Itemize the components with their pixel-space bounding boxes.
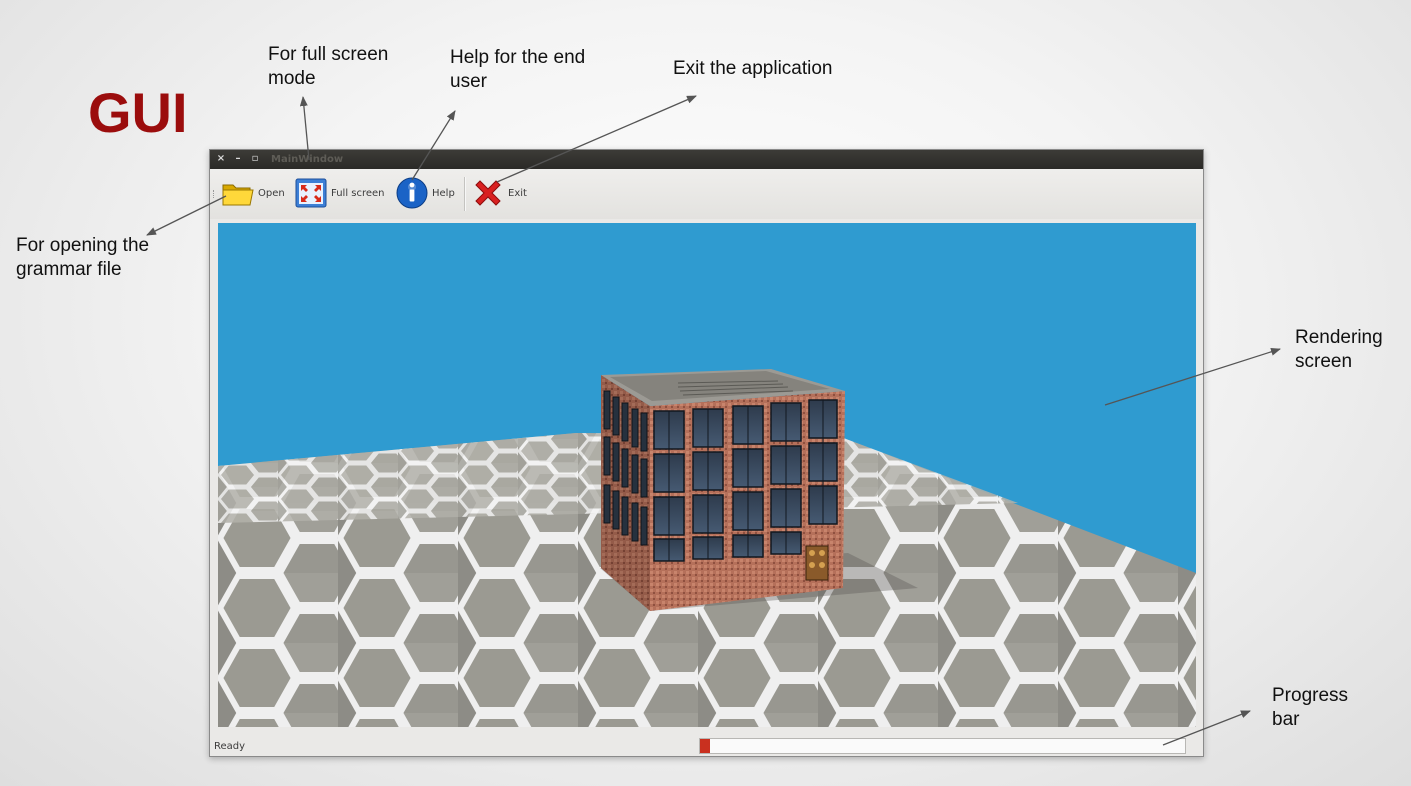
open-button[interactable]: Open (221, 176, 285, 210)
fullscreen-icon (295, 178, 327, 208)
progress-bar-fill (700, 739, 710, 753)
callout-exit: Exit the application (673, 58, 833, 79)
callout-progress: Progress bar (1272, 685, 1349, 730)
window-minimize-button[interactable]: – (232, 153, 244, 165)
window-title: MainWindow (271, 154, 344, 165)
help-button[interactable]: Help (395, 176, 455, 210)
exit-x-icon (475, 180, 501, 206)
callout-open: For opening the grammar file (16, 235, 150, 280)
status-bar: Ready (210, 737, 1203, 756)
status-text: Ready (214, 741, 246, 752)
callout-help: Help for the end user (450, 47, 586, 92)
folder-open-icon (222, 184, 254, 206)
toolbar-grip[interactable] (213, 190, 216, 198)
full-screen-label: Full screen (331, 187, 385, 199)
open-label: Open (258, 187, 285, 199)
full-screen-button[interactable]: Full screen (294, 176, 385, 210)
progress-bar (699, 738, 1186, 754)
main-window: × – ▫ MainWindow Open Full screen Help E… (209, 149, 1204, 757)
toolbar: Open Full screen Help Exit (210, 169, 1203, 219)
window-maximize-button[interactable]: ▫ (249, 153, 261, 165)
toolbar-separator (464, 177, 466, 211)
window-close-button[interactable]: × (215, 153, 227, 165)
exit-button[interactable]: Exit (471, 176, 527, 210)
info-icon (396, 177, 428, 209)
window-titlebar[interactable]: × – ▫ MainWindow (210, 150, 1203, 169)
rendering-screen[interactable] (218, 223, 1196, 727)
slide-title: GUI (88, 81, 188, 144)
exit-label: Exit (508, 187, 527, 199)
callout-rendering: Rendering screen (1295, 327, 1383, 372)
callout-full-screen: For full screen mode (268, 44, 389, 89)
help-label: Help (432, 187, 455, 199)
scene-render (218, 369, 1196, 727)
